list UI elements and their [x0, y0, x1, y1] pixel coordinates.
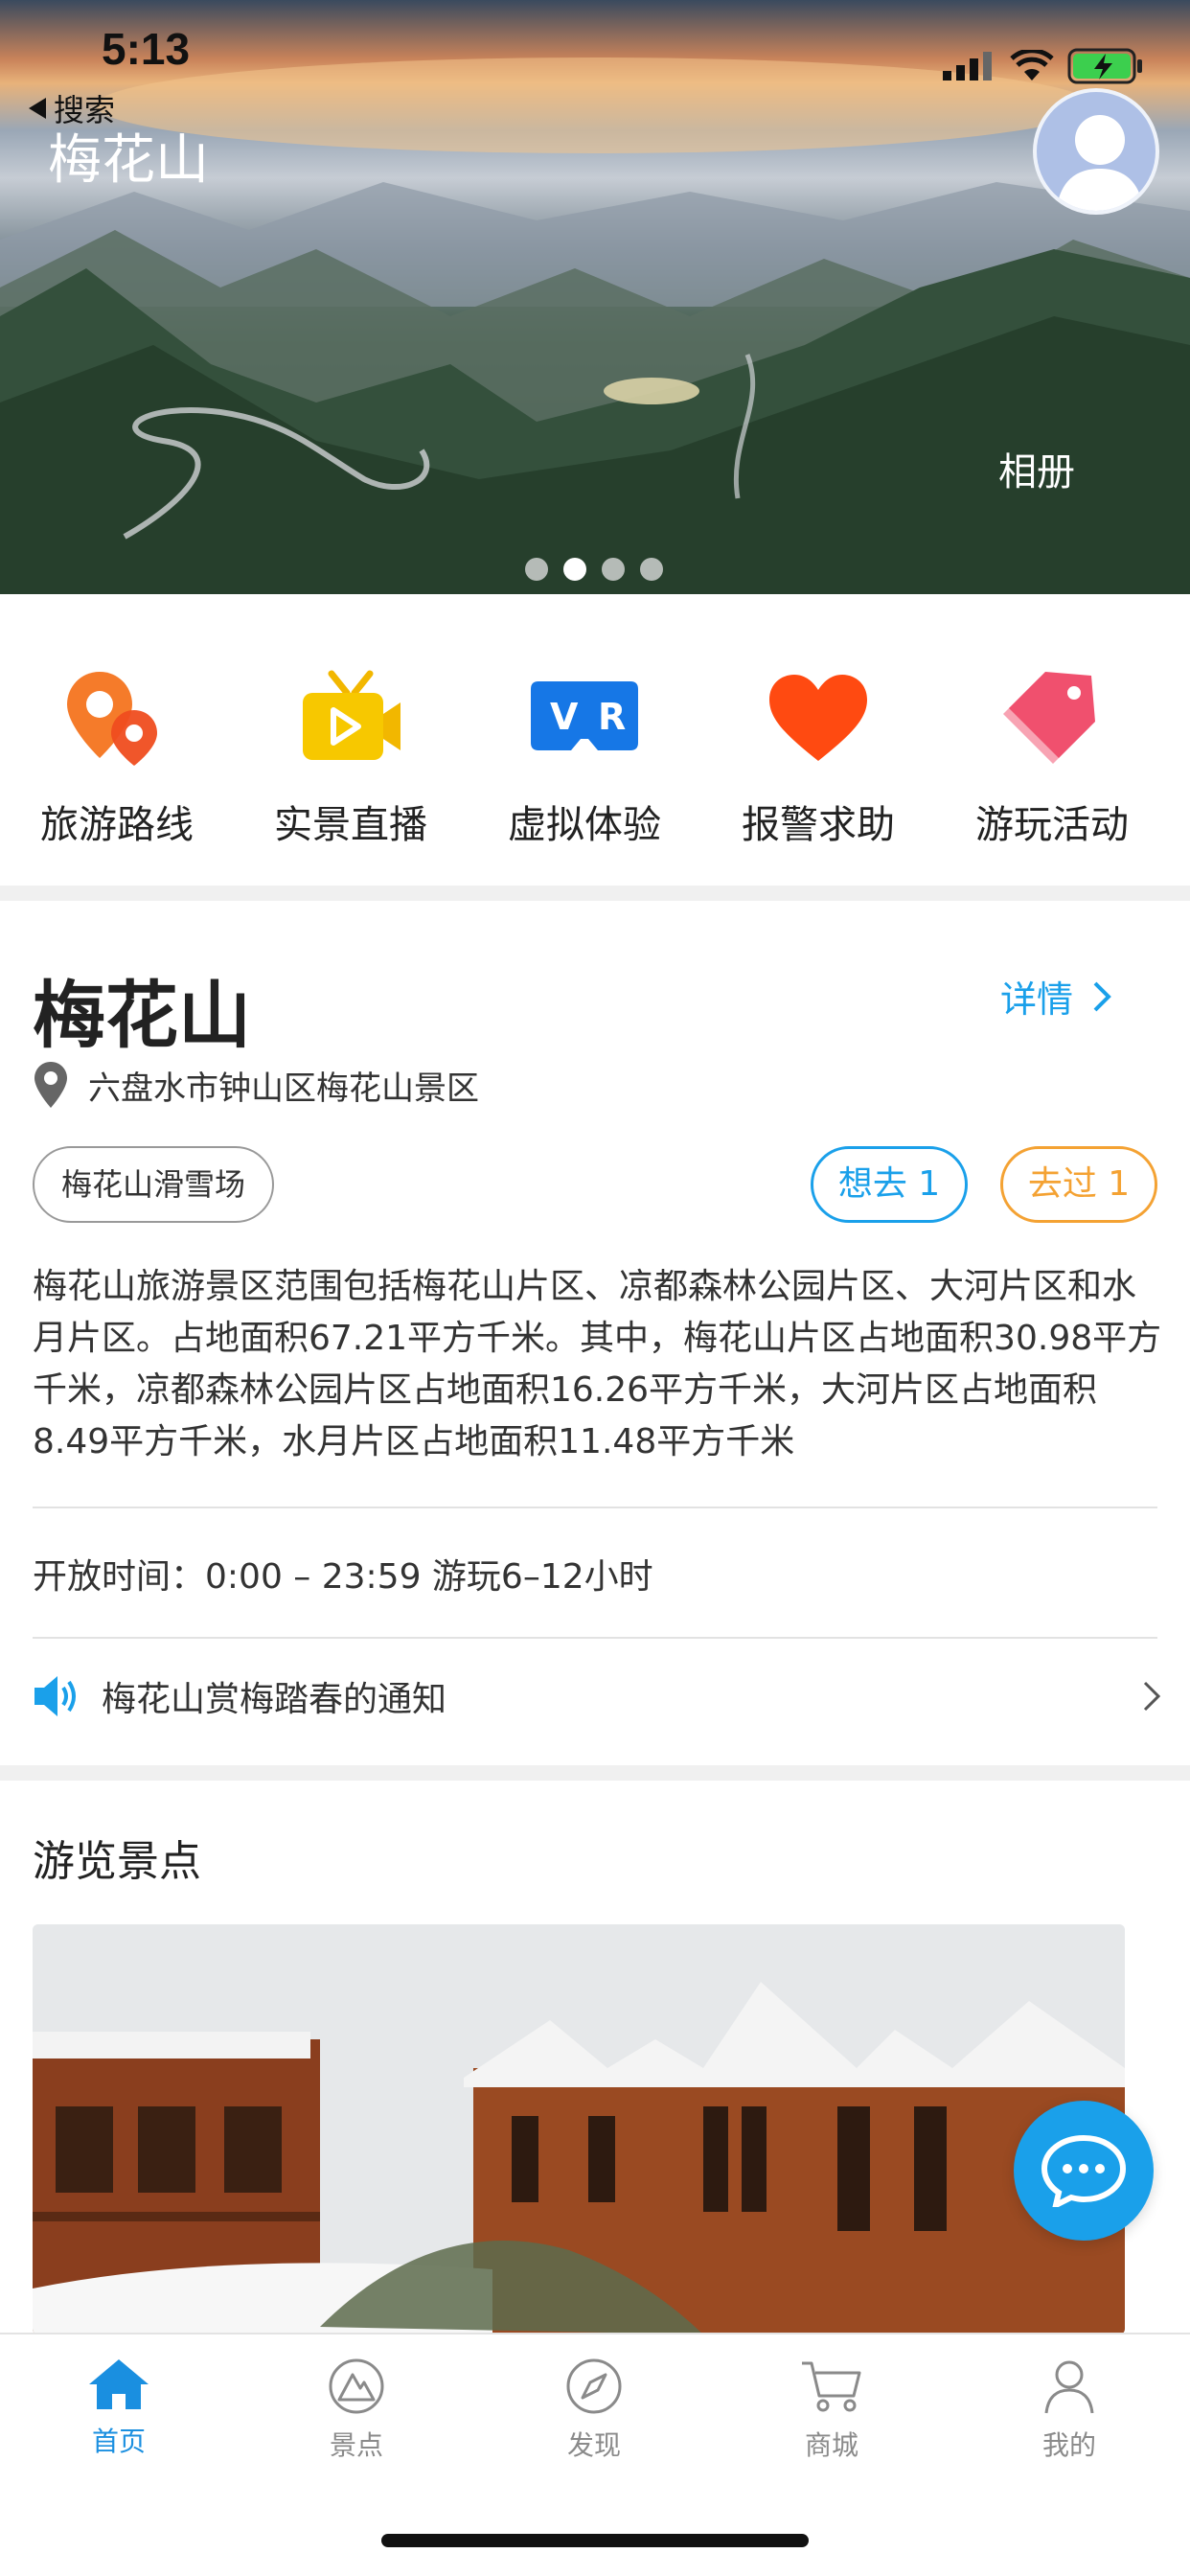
carousel-dot[interactable]: [525, 558, 548, 581]
scenic-title: 梅花山: [33, 973, 251, 1058]
user-icon: [1044, 2360, 1094, 2414]
tab-label: 商城: [804, 2429, 858, 2461]
address-row[interactable]: 六盘水市钟山区梅花山景区: [33, 1060, 479, 1110]
battery-charging-icon: [1067, 48, 1142, 84]
snowy-lodge-image: [33, 1924, 1125, 2334]
feature-grid: 旅游路线 实景直播 V R 虚拟体验 报警求助 游玩活动: [0, 594, 1190, 886]
tab-mall[interactable]: 商城: [713, 2334, 950, 2463]
mountain-landscape-image: [0, 58, 1190, 594]
divider: [33, 1637, 1157, 1639]
status-icons: [943, 48, 1144, 84]
home-icon: [89, 2359, 149, 2409]
heart-icon: [769, 675, 867, 761]
feature-emergency-help[interactable]: 报警求助: [701, 594, 935, 886]
tab-label: 我的: [1041, 2429, 1096, 2461]
detail-label: 详情: [1000, 978, 1074, 1021]
tag-chip[interactable]: 梅花山滑雪场: [33, 1146, 275, 1223]
svg-text:V: V: [550, 696, 579, 738]
carousel-dot[interactable]: [602, 558, 625, 581]
tab-label: 首页: [91, 2426, 146, 2457]
wifi-icon: [1010, 50, 1054, 80]
detail-link[interactable]: 详情: [1000, 970, 1111, 1023]
divider: [33, 1506, 1157, 1508]
cart-icon: [802, 2361, 861, 2412]
been-there-button[interactable]: 去过 1: [1000, 1146, 1157, 1223]
album-button[interactable]: 相册: [998, 441, 1075, 496]
address-text: 六盘水市钟山区梅花山景区: [88, 1069, 479, 1108]
tab-profile[interactable]: 我的: [950, 2334, 1188, 2463]
chat-bubble-icon: [1041, 2134, 1127, 2207]
back-triangle-icon: [29, 98, 46, 119]
feature-label: 旅游路线: [40, 803, 194, 847]
feature-live-view[interactable]: 实景直播: [234, 594, 468, 886]
section-divider: [0, 886, 1190, 901]
svg-text:R: R: [598, 696, 626, 738]
want-to-go-button[interactable]: 想去 1: [811, 1146, 968, 1223]
tab-label: 发现: [566, 2429, 621, 2461]
feature-label: 游玩活动: [975, 803, 1129, 847]
notice-row[interactable]: 梅花山赏梅踏春的通知: [33, 1671, 1161, 1721]
chat-button[interactable]: [1014, 2101, 1154, 2241]
tag-icon: [1003, 672, 1095, 764]
tab-home[interactable]: 首页: [0, 2334, 238, 2463]
home-indicator[interactable]: [381, 2534, 809, 2547]
opening-hours: 开放时间：0:00 – 23:59 游玩6–12小时: [33, 1557, 653, 1597]
vr-goggles-icon: V R: [531, 681, 638, 750]
tab-discover[interactable]: 发现: [475, 2334, 713, 2463]
notice-text: 梅花山赏梅踏春的通知: [102, 1680, 447, 1719]
carousel-dot[interactable]: [640, 558, 663, 581]
status-time: 5:13: [102, 24, 191, 74]
speaker-icon: [34, 1676, 76, 1716]
chevron-right-icon: [1143, 1681, 1161, 1712]
tab-scenic-spots[interactable]: 景点: [238, 2334, 475, 2463]
compass-icon: [566, 2358, 622, 2414]
feature-vr-experience[interactable]: V R 虚拟体验: [468, 594, 701, 886]
section-title: 游览景点: [33, 1837, 201, 1886]
hero-title: 梅花山: [48, 129, 209, 192]
feature-label: 虚拟体验: [508, 803, 661, 847]
video-camera-icon: [303, 670, 400, 760]
carousel-dots: [525, 558, 663, 581]
feature-activities[interactable]: 游玩活动: [935, 594, 1169, 886]
feature-travel-route[interactable]: 旅游路线: [0, 594, 234, 886]
chevron-right-icon: [1093, 981, 1111, 1011]
carousel-dot-active[interactable]: [563, 558, 586, 581]
tab-label: 景点: [329, 2429, 383, 2461]
feature-label: 实景直播: [274, 803, 427, 847]
description-text: 梅花山旅游景区范围包括梅花山片区、凉都森林公园片区、大河片区和水月片区。占地面积…: [33, 1267, 1162, 1461]
location-pin-icon: [34, 1062, 67, 1108]
mountain-icon: [329, 2358, 384, 2414]
section-divider: [0, 1765, 1190, 1781]
scenic-spot-photo[interactable]: [33, 1924, 1125, 2334]
hero-banner[interactable]: 5:13 搜索 梅花山 相册: [0, 0, 1190, 594]
map-pin-icon: [67, 672, 157, 766]
cellular-signal-icon: [943, 52, 992, 80]
feature-label: 报警求助: [742, 803, 895, 847]
avatar[interactable]: [1033, 88, 1159, 215]
